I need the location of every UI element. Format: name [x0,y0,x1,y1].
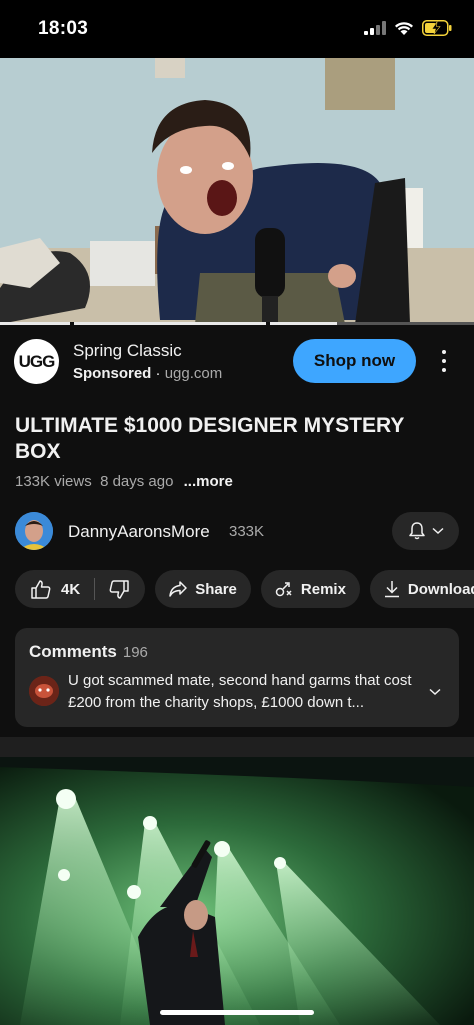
ad-domain: ugg.com [164,365,223,382]
bell-icon [408,522,425,540]
more-link[interactable]: ...more [184,473,233,490]
action-bar: 4K Share Remix Download [15,570,474,608]
wifi-icon [395,21,413,35]
status-icons [364,20,452,36]
download-button[interactable]: Download [369,570,474,608]
status-bar: 18:03 [0,0,474,58]
status-time: 18:03 [38,18,89,39]
upload-age: 8 days ago [100,473,174,490]
ad-subtitle: Sponsored · ugg.com [73,365,222,382]
signal-icon [364,21,386,35]
remix-button[interactable]: Remix [260,570,360,608]
video-thumbnail [0,58,474,324]
channel-avatar[interactable] [15,512,53,550]
channel-name[interactable]: DannyAaronsMore [68,522,210,542]
remix-label: Remix [300,580,346,598]
like-button[interactable]: 4K [15,570,94,608]
share-label: Share [195,580,237,598]
video-meta[interactable]: 133K views 8 days ago ...more [15,473,233,490]
dislike-button[interactable] [95,570,145,608]
home-indicator[interactable] [160,1010,314,1015]
remix-icon [275,582,292,597]
like-dislike-group: 4K [15,570,146,608]
battery-charging-icon [422,20,452,36]
share-icon [169,581,187,597]
video-title[interactable]: ULTIMATE $1000 DESIGNER MYSTERY BOX [15,413,455,465]
section-divider [0,737,474,757]
ad-separator: · [155,365,161,382]
like-count: 4K [61,580,81,598]
ad-title[interactable]: Spring Classic [73,341,182,361]
advertiser-logo[interactable]: UGG [14,339,59,384]
thumbs-down-icon [109,579,129,599]
commenter-avatar [29,676,59,706]
comments-card[interactable]: Comments 196 U got scammed mate, second h… [15,628,459,727]
shop-now-button[interactable]: Shop now [293,339,416,383]
view-count: 133K views [15,473,92,490]
download-label: Download [407,580,474,598]
thumbs-up-icon [31,579,51,599]
kebab-menu-icon[interactable] [434,347,454,375]
concert-image [0,757,474,1025]
subscriber-count: 333K [229,523,265,540]
next-video-thumbnail[interactable] [0,757,474,1025]
comments-heading: Comments 196 [29,642,148,662]
comments-count: 196 [122,644,148,661]
video-player[interactable] [0,58,474,324]
sponsored-label: Sponsored [73,365,152,382]
channel-row[interactable]: DannyAaronsMore 333K [0,508,474,554]
chevron-down-icon [431,527,444,535]
ad-row[interactable]: UGG Spring Classic Sponsored · ugg.com S… [0,325,474,400]
download-icon [384,581,399,598]
top-comment-text: U got scammed mate, second hand garms th… [68,672,412,711]
notification-bell-button[interactable] [392,512,459,550]
share-button[interactable]: Share [155,570,251,608]
chevron-down-icon[interactable] [429,688,441,696]
comments-title: Comments [29,642,117,661]
